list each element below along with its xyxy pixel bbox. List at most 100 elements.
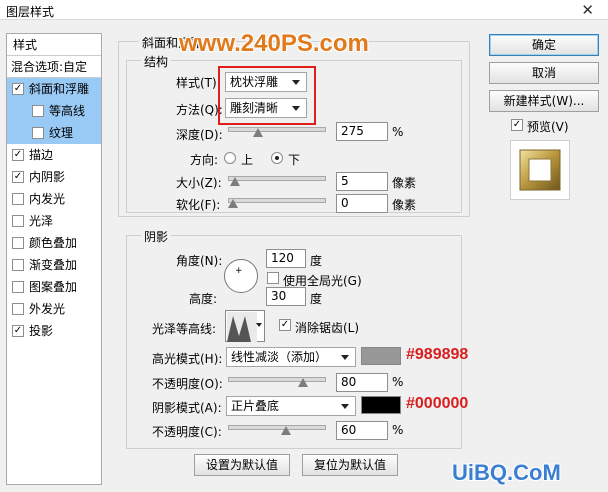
- style-item-checkbox[interactable]: [12, 215, 24, 227]
- shadow-opacity-thumb[interactable]: [280, 426, 291, 435]
- altitude-input[interactable]: 30: [266, 287, 306, 306]
- highlight-mode-value: 线性减淡（添加）: [231, 350, 328, 364]
- shadow-mode-select[interactable]: 正片叠底: [226, 396, 356, 416]
- highlight-color-swatch[interactable]: [361, 347, 401, 365]
- depth-slider-thumb[interactable]: [252, 128, 263, 137]
- style-item-label: 内阴影: [29, 170, 66, 184]
- style-item-checkbox[interactable]: [32, 127, 44, 139]
- direction-down-label: 下: [288, 153, 301, 167]
- style-item[interactable]: ✓ 内阴影: [7, 166, 101, 188]
- title-bar: 图层样式 ✕: [0, 0, 608, 20]
- chevron-down-icon: [341, 355, 349, 360]
- highlight-opacity-slider[interactable]: [228, 377, 326, 382]
- soften-label: 软化(F):: [176, 198, 221, 212]
- style-item-checkbox[interactable]: [12, 303, 24, 315]
- soften-input[interactable]: 0: [336, 194, 388, 213]
- highlight-opacity-label: 不透明度(O):: [152, 377, 223, 391]
- style-item[interactable]: 纹理: [7, 122, 101, 144]
- contour-icon: [227, 312, 257, 342]
- style-preview: [510, 140, 570, 200]
- style-item-checkbox[interactable]: [12, 259, 24, 271]
- style-item-label: 投影: [29, 324, 54, 338]
- style-item-label: 描边: [29, 148, 54, 162]
- highlight-mode-select[interactable]: 线性减淡（添加）: [226, 347, 356, 367]
- angle-label: 角度(N):: [176, 254, 223, 268]
- style-item[interactable]: 图案叠加: [7, 276, 101, 298]
- global-light-checkbox[interactable]: [267, 272, 279, 284]
- depth-input[interactable]: 275: [336, 122, 388, 141]
- window-title: 图层样式: [6, 5, 55, 19]
- soften-slider[interactable]: [228, 198, 326, 203]
- new-style-button[interactable]: 新建样式(W)...: [489, 90, 599, 112]
- depth-unit: %: [392, 125, 404, 139]
- bottom-watermark: UiBQ.CoM: [452, 460, 561, 485]
- angle-dial-crosshair: +: [235, 266, 243, 276]
- shading-title: 阴影: [141, 228, 172, 245]
- highlight-opacity-input[interactable]: 80: [336, 373, 388, 392]
- cancel-button[interactable]: 取消: [489, 62, 599, 84]
- direction-up-radio[interactable]: [224, 152, 236, 164]
- reset-default-button[interactable]: 复位为默认值: [302, 454, 398, 476]
- style-item[interactable]: 渐变叠加: [7, 254, 101, 276]
- gloss-contour-picker[interactable]: [225, 310, 265, 342]
- set-default-button[interactable]: 设置为默认值: [194, 454, 290, 476]
- technique-label: 方法(Q):: [176, 103, 223, 117]
- size-slider[interactable]: [228, 176, 326, 181]
- depth-label: 深度(D):: [176, 128, 223, 142]
- close-icon[interactable]: ✕: [581, 1, 594, 19]
- style-item[interactable]: ✓ 描边: [7, 144, 101, 166]
- structure-title: 结构: [141, 53, 172, 70]
- shadow-opacity-input[interactable]: 60: [336, 421, 388, 440]
- soften-slider-thumb[interactable]: [228, 199, 238, 208]
- style-item[interactable]: 光泽: [7, 210, 101, 232]
- style-item[interactable]: 内发光: [7, 188, 101, 210]
- style-item[interactable]: 等高线: [7, 100, 101, 122]
- angle-dial[interactable]: +: [224, 259, 258, 293]
- style-item-label: 纹理: [49, 126, 74, 140]
- size-input[interactable]: 5: [336, 172, 388, 191]
- direction-up-label: 上: [241, 153, 254, 167]
- chevron-down-icon: [341, 404, 349, 409]
- chevron-down-icon: [256, 323, 262, 327]
- style-item[interactable]: 外发光: [7, 298, 101, 320]
- shadow-opacity-slider[interactable]: [228, 425, 326, 430]
- style-item-checkbox[interactable]: ✓: [12, 83, 24, 95]
- direction-down-radio[interactable]: [271, 152, 283, 164]
- angle-input[interactable]: 120: [266, 249, 306, 268]
- preview-label: 预览(V): [527, 120, 569, 134]
- direction-label: 方向:: [190, 153, 219, 167]
- style-item-label: 斜面和浮雕: [29, 82, 90, 96]
- style-item[interactable]: 颜色叠加: [7, 232, 101, 254]
- style-item-checkbox[interactable]: [12, 281, 24, 293]
- style-item-checkbox[interactable]: [12, 237, 24, 249]
- depth-slider[interactable]: [228, 127, 326, 132]
- ok-button[interactable]: 确定: [489, 34, 599, 56]
- styles-header[interactable]: 样式: [7, 34, 101, 56]
- shadow-mode-label: 阴影模式(A):: [152, 401, 222, 415]
- style-item-checkbox[interactable]: ✓: [12, 325, 24, 337]
- antialias-checkbox[interactable]: ✓: [279, 319, 291, 331]
- style-list: 样式 混合选项:自定 ✓ 斜面和浮雕等高线纹理 ✓ 描边 ✓ 内阴影内发光 光泽 颜色叠加 渐变…: [6, 33, 102, 485]
- shadow-color-swatch[interactable]: [361, 396, 401, 414]
- style-item-checkbox[interactable]: ✓: [12, 149, 24, 161]
- top-watermark: www.240PS.com: [179, 30, 369, 57]
- style-item-label: 图案叠加: [29, 280, 78, 294]
- style-item-label: 外发光: [29, 302, 66, 316]
- angle-unit: 度: [310, 254, 323, 268]
- blend-options-item[interactable]: 混合选项:自定: [7, 56, 101, 78]
- style-item-checkbox[interactable]: ✓: [12, 171, 24, 183]
- style-item[interactable]: ✓ 斜面和浮雕: [7, 78, 101, 100]
- style-item-checkbox[interactable]: [12, 193, 24, 205]
- shadow-opacity-label: 不透明度(C):: [152, 425, 222, 439]
- style-item-checkbox[interactable]: [32, 105, 44, 117]
- antialias-label: 消除锯齿(L): [295, 321, 360, 335]
- preview-checkbox[interactable]: ✓: [511, 119, 523, 131]
- shadow-opacity-unit: %: [392, 423, 404, 437]
- preview-thumbnail: [519, 149, 561, 191]
- highlight-hex-annotation: #989898: [406, 346, 469, 363]
- style-item[interactable]: ✓ 投影: [7, 320, 101, 342]
- style-item-label: 等高线: [49, 104, 86, 118]
- size-label: 大小(Z):: [176, 176, 222, 190]
- highlight-opacity-thumb[interactable]: [298, 378, 309, 387]
- size-slider-thumb[interactable]: [229, 177, 240, 186]
